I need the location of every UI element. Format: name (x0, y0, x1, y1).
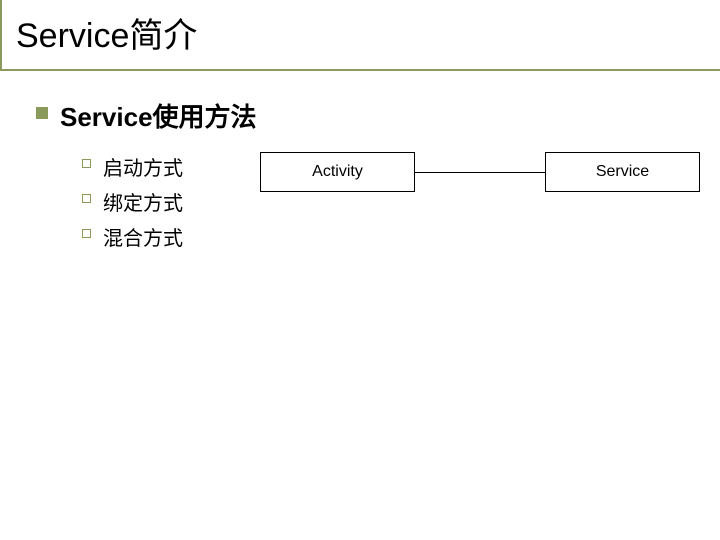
list-item: 混合方式 (82, 222, 720, 251)
bullet-square-icon (36, 107, 48, 119)
bullet-hollow-icon (82, 194, 91, 203)
list-item-text: 启动方式 (103, 152, 183, 181)
list-item-text: 混合方式 (103, 222, 183, 251)
diagram: Activity Service (260, 152, 700, 192)
slide: Service简介 Service使用方法 启动方式 绑定方式 混合方式 Act… (0, 0, 720, 540)
title-area: Service简介 (0, 0, 720, 71)
connector-line-icon (415, 172, 545, 173)
heading-item: Service使用方法 (36, 97, 720, 134)
bullet-hollow-icon (82, 229, 91, 238)
heading-text: Service使用方法 (60, 97, 257, 134)
bullet-hollow-icon (82, 159, 91, 168)
list-item-text: 绑定方式 (103, 187, 183, 216)
service-box: Service (545, 152, 700, 192)
connector (415, 152, 545, 192)
activity-box: Activity (260, 152, 415, 192)
slide-title: Service简介 (16, 8, 720, 57)
